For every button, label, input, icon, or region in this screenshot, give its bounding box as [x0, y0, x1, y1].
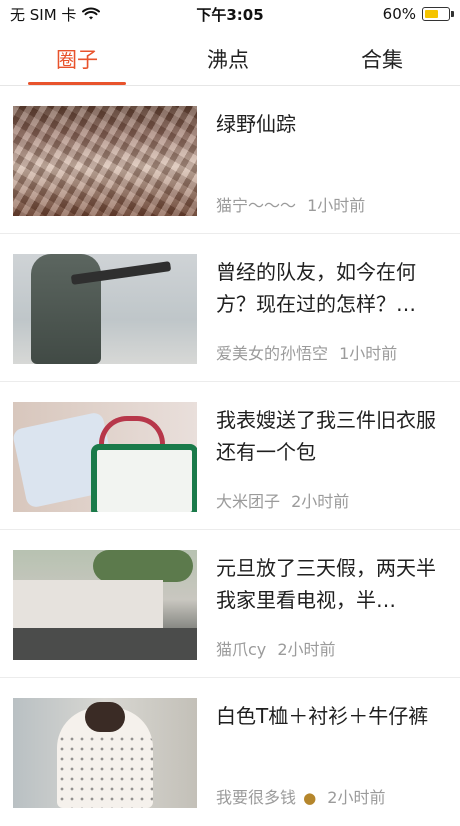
list-item[interactable]: 绿野仙踪 猫宁～～～ 1小时前 [0, 86, 460, 234]
status-left: 无 SIM 卡 [10, 4, 101, 25]
tab-heji[interactable]: 合集 [322, 28, 442, 86]
status-bar: 无 SIM 卡 下午3:05 60% [0, 0, 460, 28]
thumbnail-image [13, 698, 197, 808]
post-author: 猫爪cy [216, 640, 267, 659]
post-title: 曾经的队友，如今在何方？现在过的怎样？… [216, 260, 416, 316]
status-right: 60% [382, 5, 454, 23]
post-author: 猫宁～～～ [216, 196, 297, 215]
post-title: 白色T桖＋衬衫＋牛仔裤 [216, 704, 429, 728]
post-time: 2小时前 [291, 492, 350, 511]
carrier-label: 无 SIM 卡 [10, 5, 77, 24]
tab-feidian[interactable]: 沸点 [168, 28, 288, 86]
post-meta: 猫爪cy 2小时前 [216, 636, 336, 660]
battery-fill [425, 10, 438, 18]
battery-percent: 60% [382, 5, 416, 23]
post-time: 1小时前 [307, 196, 366, 215]
post-title: 绿野仙踪 [216, 112, 296, 136]
post-meta: 大米团子 2小时前 [216, 488, 349, 512]
top-tabs: 圈子 沸点 合集 [0, 28, 460, 86]
post-author: 我要很多钱 [216, 788, 297, 807]
list-item[interactable]: 曾经的队友，如今在何方？现在过的怎样？… 爱美女的孙悟空 1小时前 [0, 234, 460, 382]
post-meta: 我要很多钱 ● 2小时前 [216, 784, 385, 808]
list-item[interactable]: 我表嫂送了我三件旧衣服还有一个包 大米团子 2小时前 [0, 382, 460, 530]
post-time: 2小时前 [277, 640, 336, 659]
thumbnail-image [13, 106, 197, 216]
list-item[interactable]: 元旦放了三天假，两天半我家里看电视，半… 猫爪cy 2小时前 [0, 530, 460, 678]
thumbnail-image [13, 402, 197, 512]
money-bag-icon: ● [303, 789, 317, 807]
list-item[interactable]: 白色T桖＋衬衫＋牛仔裤 我要很多钱 ● 2小时前 [0, 678, 460, 826]
post-title: 元旦放了三天假，两天半我家里看电视，半… [216, 556, 436, 612]
feed-list: 绿野仙踪 猫宁～～～ 1小时前 曾经的队友，如今在何方？现在过的怎样？… 爱美女… [0, 86, 460, 826]
post-author: 爱美女的孙悟空 [216, 344, 329, 363]
thumbnail-image [13, 254, 197, 364]
post-time: 1小时前 [339, 344, 398, 363]
active-tab-indicator [28, 82, 126, 85]
post-meta: 猫宁～～～ 1小时前 [216, 192, 365, 216]
post-meta: 爱美女的孙悟空 1小时前 [216, 340, 397, 364]
post-time: 2小时前 [327, 788, 386, 807]
battery-icon [422, 7, 454, 21]
battery-cap [451, 11, 454, 17]
thumbnail-image [13, 550, 197, 660]
tab-quanzi[interactable]: 圈子 [17, 28, 137, 86]
wifi-icon [82, 7, 101, 20]
post-title: 我表嫂送了我三件旧衣服还有一个包 [216, 408, 436, 464]
post-author: 大米团子 [216, 492, 281, 511]
